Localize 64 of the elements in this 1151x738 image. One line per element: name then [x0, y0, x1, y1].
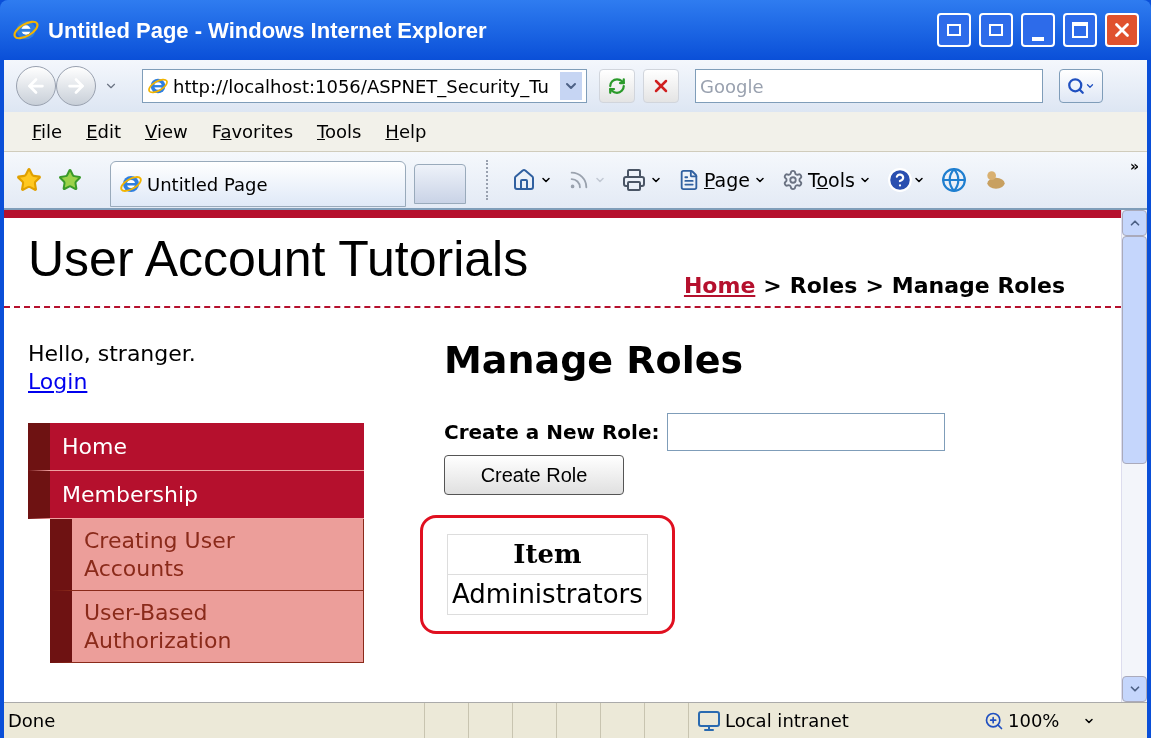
breadcrumb-item: Roles	[789, 272, 858, 300]
minimize-button[interactable]	[1021, 13, 1055, 47]
dropdown-caret-icon[interactable]	[560, 72, 582, 100]
nav-item[interactable]: Home	[28, 423, 364, 471]
address-field[interactable]: http://localhost:1056/ASPNET_Security_Tu	[142, 69, 587, 103]
breadcrumb-separator: >	[763, 272, 782, 300]
tools-menu-button[interactable]: Tools	[778, 165, 875, 195]
create-role-button[interactable]: Create Role	[444, 455, 624, 495]
document-icon	[678, 169, 700, 191]
search-button[interactable]	[1059, 69, 1103, 103]
intranet-icon	[697, 708, 721, 733]
add-favorite-icon[interactable]	[58, 168, 82, 192]
help-icon	[886, 167, 913, 193]
gear-icon	[782, 169, 804, 191]
window-icon	[946, 22, 962, 38]
page-heading: Manage Roles	[444, 337, 745, 384]
menu-item[interactable]: Favorites	[211, 118, 293, 145]
back-button[interactable]	[16, 66, 56, 106]
window-icon	[988, 22, 1004, 38]
menu-item[interactable]: Edit	[86, 118, 121, 145]
window-title: Untitled Page - Windows Internet Explorer	[48, 16, 488, 45]
browser-tab[interactable]: Untitled Page	[110, 161, 406, 207]
caret-icon	[1085, 81, 1095, 91]
nav-item[interactable]: Membership	[28, 471, 364, 519]
menu-item[interactable]: Help	[385, 118, 427, 145]
nav-subitem[interactable]: Creating User Accounts	[50, 519, 364, 591]
zone-text: Local intranet	[725, 709, 849, 733]
menu-item[interactable]: File	[32, 118, 63, 145]
page-menu-button[interactable]: Page	[674, 165, 770, 195]
zoom-icon	[984, 710, 1004, 731]
breadcrumb-link[interactable]: Home	[683, 269, 756, 302]
forward-button[interactable]	[56, 66, 96, 106]
rss-icon	[568, 169, 590, 191]
field-label: Create a New Role:	[444, 419, 660, 446]
role-name-field[interactable]	[667, 413, 946, 451]
column-header: Item	[447, 534, 648, 575]
forward-arrow-icon	[65, 75, 87, 97]
status-text: Done	[7, 709, 57, 733]
refresh-button[interactable]	[599, 69, 635, 103]
breadcrumb-item: Manage Roles	[891, 272, 1065, 300]
address-url: http://localhost:1056/ASPNET_Security_Tu	[173, 74, 550, 100]
breadcrumb-separator: >	[865, 272, 884, 300]
stop-button[interactable]	[643, 69, 679, 103]
globe-icon	[940, 167, 967, 193]
toolbar-overflow[interactable]: »	[1129, 156, 1139, 177]
site-title: User Account Tutorials	[28, 230, 529, 284]
search-field[interactable]: Google	[695, 69, 1043, 103]
close-button[interactable]	[1105, 13, 1139, 47]
switch-button[interactable]	[979, 13, 1013, 47]
home-icon	[512, 168, 536, 192]
greeting-text: Hello, stranger.	[28, 340, 197, 368]
login-link[interactable]: Login	[28, 367, 88, 395]
scrollbar[interactable]	[1121, 210, 1147, 702]
new-tab-button[interactable]	[414, 164, 466, 204]
printer-icon	[622, 168, 646, 192]
nav-subitem[interactable]: User-Based Authorization	[50, 591, 364, 663]
menu-item[interactable]: Tools	[317, 118, 362, 145]
search-icon	[1067, 77, 1085, 95]
table-cell: Administrators	[447, 574, 648, 615]
favorites-star-icon[interactable]	[16, 167, 42, 193]
refresh-icon	[608, 77, 626, 95]
menu-item[interactable]: View	[145, 118, 188, 145]
maximize-button[interactable]	[1063, 13, 1097, 47]
zoom-button[interactable]: 100%	[964, 707, 1096, 734]
